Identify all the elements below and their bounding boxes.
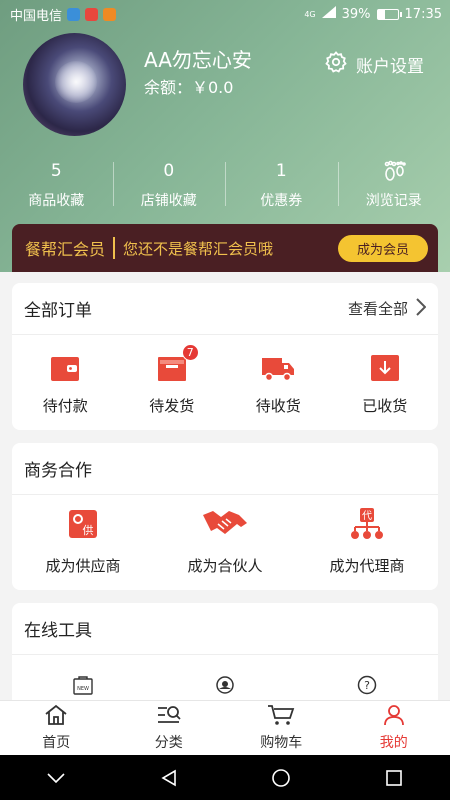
category-icon <box>155 704 183 730</box>
service-icon <box>214 675 236 699</box>
app-notification-icon <box>103 7 117 21</box>
tab-label: 购物车 <box>260 735 303 751</box>
badge-count: 7 <box>181 344 199 361</box>
username: AA勿忘心安 <box>144 48 252 72</box>
order-label: 已收货 <box>362 397 408 415</box>
home-icon <box>43 704 69 730</box>
tab-profile[interactable]: 我的 <box>338 701 450 755</box>
tools-card: 在线工具 NEW ? <box>12 603 438 713</box>
svg-text:NEW: NEW <box>77 686 89 692</box>
order-received[interactable]: 已收货 <box>332 353 439 416</box>
gear-icon <box>324 50 348 79</box>
avatar[interactable] <box>23 33 126 136</box>
tool-help[interactable]: ? <box>296 675 438 699</box>
business-label: 成为代理商 <box>329 557 405 575</box>
chevron-right-icon <box>416 297 427 320</box>
stat-coupons[interactable]: 1 优惠券 <box>225 158 338 214</box>
order-pending-payment[interactable]: 待付款 <box>12 353 119 416</box>
stat-product-favorites[interactable]: 5 商品收藏 <box>0 158 113 214</box>
truck-icon <box>261 353 295 387</box>
tab-label: 首页 <box>42 735 71 751</box>
tab-cart[interactable]: 购物车 <box>225 701 338 755</box>
tab-home[interactable]: 首页 <box>0 701 113 755</box>
orders-header: 全部订单 查看全部 <box>12 283 438 335</box>
stat-label: 优惠券 <box>260 193 303 209</box>
help-icon: ? <box>356 675 378 699</box>
tools-header: 在线工具 <box>12 603 438 655</box>
business-header: 商务合作 <box>12 443 438 495</box>
app-notification-icon <box>85 7 99 21</box>
tools-title: 在线工具 <box>24 621 92 641</box>
tool-new-products[interactable]: NEW <box>12 675 154 699</box>
battery-icon <box>376 8 402 20</box>
home-circle-icon[interactable] <box>261 758 301 798</box>
signal-icon <box>321 6 336 22</box>
business-title: 商务合作 <box>24 461 92 481</box>
order-pending-receipt[interactable]: 待收货 <box>225 353 332 416</box>
become-member-button[interactable]: 成为会员 <box>338 234 428 262</box>
stat-count: 1 <box>275 161 287 181</box>
profile-icon <box>382 704 406 730</box>
vip-title: 餐帮汇会员 <box>25 240 106 259</box>
account-settings-label: 账户设置 <box>356 57 424 77</box>
handshake-icon <box>201 507 249 545</box>
see-all-label: 查看全部 <box>347 300 408 318</box>
vip-text: 您还不是餐帮汇会员哦 <box>123 239 274 258</box>
svg-text:供: 供 <box>83 523 94 537</box>
tab-category[interactable]: 分类 <box>113 701 226 755</box>
account-settings-button[interactable]: 账户设置 <box>324 50 424 79</box>
app-notification-icon <box>67 7 81 21</box>
system-nav-bar <box>0 755 450 800</box>
recents-icon[interactable] <box>374 758 414 798</box>
become-supplier[interactable]: 供 成为供应商 <box>12 507 154 576</box>
back-icon[interactable] <box>149 758 189 798</box>
tab-label: 我的 <box>379 735 408 751</box>
network-label: 4G <box>304 9 316 19</box>
tab-label: 分类 <box>154 735 183 751</box>
battery-percent: 39% <box>341 6 371 22</box>
stat-label: 浏览记录 <box>365 193 422 209</box>
stat-browse-history[interactable]: 浏览记录 <box>337 158 450 214</box>
profile-header: AA勿忘心安 余额：￥0.0 账户设置 5 商品收藏 0 店铺收藏 1 优惠券 <box>0 0 450 272</box>
wallet-icon <box>49 353 81 387</box>
new-bag-icon: NEW <box>72 675 94 699</box>
status-bar: 中国电信 4G 39% 17:35 <box>0 0 450 28</box>
supplier-icon: 供 <box>66 507 100 545</box>
balance-label: 余额：￥0.0 <box>144 78 234 97</box>
business-label: 成为合伙人 <box>187 557 263 575</box>
svg-text:?: ? <box>364 679 370 692</box>
package-icon: 7 <box>156 344 199 387</box>
cart-icon <box>267 704 295 730</box>
collapse-icon[interactable] <box>36 758 76 798</box>
stat-label: 商品收藏 <box>28 193 85 209</box>
orders-card: 全部订单 查看全部 待付款 7 待发货 待收货 已收货 <box>12 283 438 430</box>
svg-text:代: 代 <box>362 510 372 522</box>
become-agent[interactable]: 代 成为代理商 <box>296 507 438 576</box>
become-partner[interactable]: 成为合伙人 <box>154 507 296 576</box>
bottom-tab-bar: 首页 分类 购物车 我的 <box>0 700 450 755</box>
order-label: 待付款 <box>42 397 88 415</box>
agent-icon: 代 <box>349 507 385 545</box>
stats-bar: 5 商品收藏 0 店铺收藏 1 优惠券 浏览记录 <box>0 158 450 214</box>
business-card: 商务合作 供 成为供应商 成为合伙人 代 成为代理商 <box>12 443 438 590</box>
stat-count: 5 <box>50 161 62 181</box>
order-label: 待收货 <box>255 397 301 415</box>
order-pending-shipment[interactable]: 7 待发货 <box>119 344 226 416</box>
stat-label: 店铺收藏 <box>140 193 197 209</box>
order-label: 待发货 <box>149 397 195 415</box>
received-icon <box>369 353 401 387</box>
stat-shop-favorites[interactable]: 0 店铺收藏 <box>112 158 226 214</box>
business-label: 成为供应商 <box>45 557 121 575</box>
carrier-label: 中国电信 <box>10 8 63 24</box>
vip-divider <box>113 237 116 259</box>
orders-title: 全部订单 <box>24 301 92 321</box>
stat-count: 0 <box>163 161 175 181</box>
footprint-icon <box>381 158 407 184</box>
clock: 17:35 <box>404 6 442 22</box>
vip-banner: 餐帮汇会员 您还不是餐帮汇会员哦 成为会员 <box>12 224 438 272</box>
tool-customer-service[interactable] <box>154 675 296 699</box>
see-all-orders-link[interactable]: 查看全部 <box>347 297 427 320</box>
